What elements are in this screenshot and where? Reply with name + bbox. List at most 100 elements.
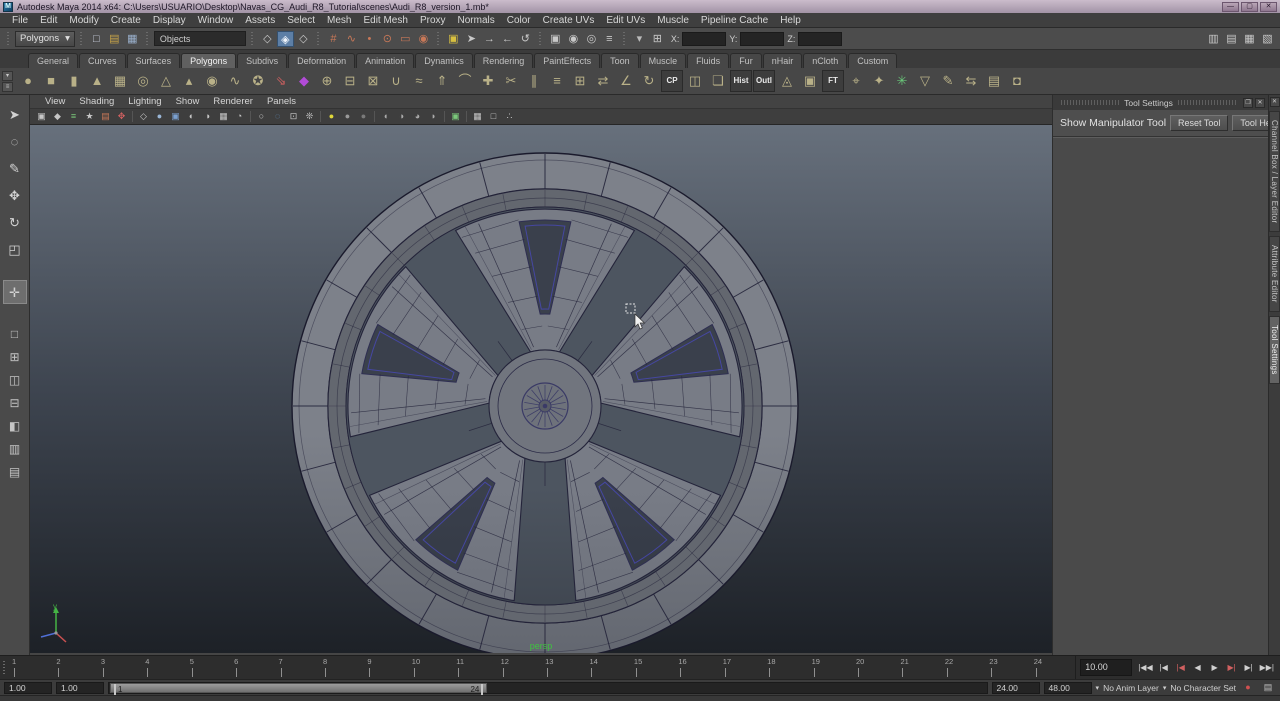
separate-icon[interactable]: ⊟ — [339, 70, 361, 92]
duplicate-icon[interactable]: ❏ — [707, 70, 729, 92]
current-time-field[interactable]: 10.00 — [1080, 659, 1133, 676]
smooth-icon[interactable]: ≈ — [408, 70, 430, 92]
shelf-menu-icon[interactable]: ▾ — [2, 70, 13, 81]
frame-tick-13[interactable]: 13 — [542, 656, 586, 679]
grid-toggle-icon[interactable]: ▦ — [470, 110, 485, 123]
transfer-attributes-icon[interactable]: ⇆ — [960, 70, 982, 92]
panel-menu-panels[interactable]: Panels — [260, 96, 303, 107]
frame-tick-7[interactable]: 7 — [276, 656, 320, 679]
restore-button[interactable]: ▢ — [1241, 1, 1258, 12]
shelf-tab-animation[interactable]: Animation — [356, 53, 415, 68]
close-panel-icon[interactable]: ✕ — [1255, 97, 1266, 108]
range-start-handle[interactable]: 1 — [114, 683, 122, 695]
four-pane-layout-icon[interactable]: ⊞ — [3, 345, 27, 365]
assign-material-icon[interactable]: ◘ — [1006, 70, 1028, 92]
y-coordinate-field[interactable] — [740, 31, 785, 46]
shelf-item-menu-icon[interactable]: ≡ — [2, 81, 13, 92]
image-plane-icon[interactable]: ▤ — [98, 110, 113, 123]
add-divisions-icon[interactable]: ⊞ — [569, 70, 591, 92]
frame-tick-24[interactable]: 24 — [1031, 656, 1075, 679]
scale-tool-icon[interactable]: ◰ — [3, 238, 27, 262]
offset-edge-loop-icon[interactable]: ≡ — [546, 70, 568, 92]
hypershade-persp-layout-icon[interactable]: ▤ — [3, 460, 27, 480]
panel-menu-show[interactable]: Show — [169, 96, 207, 107]
textured-mode-icon[interactable]: ▣ — [168, 110, 183, 123]
frame-tick-20[interactable]: 20 — [853, 656, 897, 679]
shelf-tab-deformation[interactable]: Deformation — [288, 53, 356, 68]
go-to-end-button[interactable]: ▶▶| — [1258, 660, 1276, 676]
shadows-icon[interactable]: ◑ — [200, 110, 215, 123]
frame-tick-8[interactable]: 8 — [320, 656, 364, 679]
status-grip[interactable] — [537, 31, 543, 46]
toggle-attribute-editor-icon[interactable]: ▥ — [1205, 30, 1222, 47]
range-slider-trough[interactable]: 1 24 — [108, 681, 988, 695]
single-pane-layout-icon[interactable]: □ — [3, 322, 27, 342]
field-entry-caret-icon[interactable]: ▾ — [630, 30, 648, 47]
highlight-selection-icon[interactable]: ➤ — [462, 30, 480, 47]
menu-create-uvs[interactable]: Create UVs — [537, 15, 601, 26]
poly-pipe-icon[interactable]: ◉ — [201, 70, 223, 92]
lasso-select-tool-icon[interactable]: ◌ — [3, 130, 27, 154]
menu-mesh[interactable]: Mesh — [321, 15, 357, 26]
viewport-canvas[interactable]: y persp — [30, 125, 1052, 655]
frame-tick-18[interactable]: 18 — [764, 656, 808, 679]
boolean-union-icon[interactable]: ∪ — [385, 70, 407, 92]
show-manipulator-tool-icon[interactable]: ✛ — [2, 280, 27, 304]
screen-ao-icon[interactable]: ▦ — [216, 110, 231, 123]
open-scene-icon[interactable]: ▤ — [105, 30, 123, 47]
motion-blur-icon[interactable]: ◔ — [232, 110, 247, 123]
snap-point-icon[interactable]: • — [360, 30, 378, 47]
lock-camera-icon[interactable]: ◆ — [50, 110, 65, 123]
menu-create[interactable]: Create — [105, 15, 147, 26]
chevron-down-icon[interactable]: ▾ — [1096, 684, 1100, 692]
sidebar-tab-attribute-editor[interactable]: Attribute Editor — [1269, 236, 1280, 313]
triangulate-icon[interactable]: ◬ — [776, 70, 798, 92]
frame-tick-5[interactable]: 5 — [187, 656, 231, 679]
make-live-icon[interactable]: ◉ — [414, 30, 432, 47]
isolate-select-icon[interactable]: ⊡ — [286, 110, 301, 123]
render-view-icon[interactable]: ▣ — [546, 30, 564, 47]
hud-toggle-icon[interactable]: ∴ — [502, 110, 517, 123]
anim-preferences-icon[interactable]: ▤ — [1260, 681, 1276, 694]
close-border-icon[interactable]: CP — [661, 70, 683, 92]
select-tool-icon[interactable]: ➤ — [3, 103, 27, 127]
status-grip[interactable] — [6, 31, 11, 46]
rotate-tool-icon[interactable]: ↻ — [3, 211, 27, 235]
shelf-tab-painteffects[interactable]: PaintEffects — [534, 53, 601, 68]
snap-projected-center-icon[interactable]: ⊙ — [378, 30, 396, 47]
spin-edge-icon[interactable]: ↻ — [638, 70, 660, 92]
auto-keyframe-icon[interactable]: ● — [1240, 681, 1256, 694]
use-all-lights-icon[interactable]: ◐ — [184, 110, 199, 123]
extrude-icon[interactable]: ⇑ — [431, 70, 453, 92]
status-grip[interactable] — [144, 31, 150, 46]
poly-sphere-icon[interactable]: ● — [17, 70, 39, 92]
new-scene-icon[interactable]: □ — [87, 30, 105, 47]
shelf-tab-fur[interactable]: Fur — [730, 53, 762, 68]
step-back-frame-button[interactable]: |◀ — [1156, 660, 1172, 676]
ipr-render-icon[interactable]: ◎ — [582, 30, 600, 47]
poly-soccerball-icon[interactable]: ✪ — [247, 70, 269, 92]
sidebar-tab-channel-box-layer-editor[interactable]: Channel Box / Layer Editor — [1269, 111, 1280, 233]
cleanup-icon[interactable]: ✦ — [868, 70, 890, 92]
object-details-icon[interactable]: ▣ — [448, 110, 463, 123]
status-grip[interactable] — [315, 31, 321, 46]
shading-ball-1-icon[interactable]: ◖ — [378, 110, 393, 123]
chevron-down-icon[interactable]: ▾ — [1163, 684, 1167, 692]
status-grip[interactable] — [435, 31, 441, 46]
frame-tick-15[interactable]: 15 — [631, 656, 675, 679]
animation-end-field[interactable]: 48.00 — [1043, 681, 1092, 694]
shelf-tab-curves[interactable]: Curves — [79, 53, 126, 68]
menu-normals[interactable]: Normals — [452, 15, 501, 26]
panel-menu-lighting[interactable]: Lighting — [121, 96, 168, 107]
panel-menu-shading[interactable]: Shading — [72, 96, 121, 107]
toggle-tool-settings-icon[interactable]: ▤ — [1223, 30, 1240, 47]
poly-cylinder-icon[interactable]: ▮ — [63, 70, 85, 92]
combine-icon[interactable]: ⊕ — [316, 70, 338, 92]
timeline-grip[interactable] — [2, 660, 7, 675]
animation-start-field[interactable]: 1.00 — [4, 681, 52, 694]
mirror-geometry-icon[interactable]: ◫ — [684, 70, 706, 92]
camera-attributes-icon[interactable]: ≡ — [66, 110, 81, 123]
menu-pipeline-cache[interactable]: Pipeline Cache — [695, 15, 774, 26]
poly-plane-icon[interactable]: ▦ — [109, 70, 131, 92]
select-object-icon[interactable]: ◈ — [276, 30, 294, 47]
